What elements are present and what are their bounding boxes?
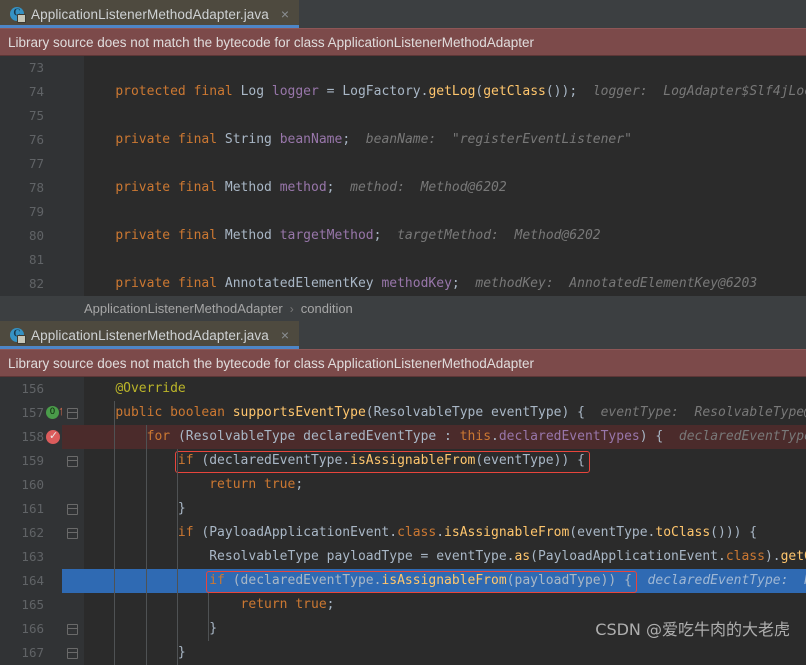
top-tab-strip: C ApplicationListenerMethodAdapter.java … [0, 0, 806, 28]
code-line[interactable]: for (ResolvableType declaredEventType : … [84, 425, 806, 449]
line-number: 75 [28, 108, 44, 123]
editor-tab-applicationlistenermethodadapter-bottom[interactable]: C ApplicationListenerMethodAdapter.java … [0, 321, 300, 349]
breadcrumb[interactable]: ApplicationListenerMethodAdapter › condi… [0, 296, 806, 321]
line-number: 160 [21, 477, 44, 492]
code-line[interactable]: if (declaredEventType.isAssignableFrom(e… [84, 449, 585, 473]
tab-label: ApplicationListenerMethodAdapter.java [31, 6, 269, 22]
inlay-hint: logger: LogAdapter$Slf4jLocationAwareLo [592, 84, 806, 99]
inlay-hint: eventType: ResolvableType@6136 [600, 405, 806, 420]
line-number: 82 [28, 276, 44, 291]
line-number: 165 [21, 597, 44, 612]
code-line[interactable]: } [84, 641, 186, 665]
close-icon[interactable]: × [279, 7, 291, 21]
line-number: 162 [21, 525, 44, 540]
line-number: 166 [21, 621, 44, 636]
bottom-gutter[interactable]: 156157O↑158✓1591601611621631641651661671… [0, 377, 65, 665]
line-number: 80 [28, 228, 44, 243]
chevron-right-icon: › [289, 301, 294, 316]
code-line[interactable]: ResolvableType payloadType = eventType.a… [84, 545, 806, 569]
bottom-fold-column[interactable] [62, 377, 84, 665]
breadcrumb-item-class[interactable]: ApplicationListenerMethodAdapter [84, 301, 283, 316]
code-line[interactable]: private final Method method; method: Met… [84, 176, 507, 200]
code-line[interactable]: public boolean supportsEventType(Resolva… [84, 401, 806, 425]
java-class-icon: C [10, 6, 26, 23]
code-line[interactable]: protected final Log logger = LogFactory.… [84, 80, 806, 104]
java-class-icon: C [10, 327, 26, 344]
code-line[interactable]: } [84, 497, 186, 521]
code-line[interactable]: private final String beanName; beanName:… [84, 128, 632, 152]
line-number: 79 [28, 204, 44, 219]
line-number: 167 [21, 645, 44, 660]
inlay-hint: declaredEventType: Resolvabl [678, 429, 806, 444]
breadcrumb-item-member[interactable]: condition [301, 301, 353, 316]
bottom-error-banner: Library source does not match the byteco… [0, 349, 806, 377]
line-number: 78 [28, 180, 44, 195]
tab-strip-empty-area [299, 0, 806, 28]
inlay-hint: beanName: "registerEventListener" [350, 132, 632, 147]
lock-icon [17, 13, 26, 23]
line-number: 73 [28, 60, 44, 75]
inlay-hint: method: Method@6202 [334, 180, 507, 195]
tab-active-underline [0, 346, 300, 349]
code-line[interactable]: private final Method targetMethod; targe… [84, 224, 601, 248]
line-number: 158 [21, 429, 44, 444]
inlay-hint: declaredEventType: ResolvableTyp [647, 573, 806, 588]
top-code-editor[interactable]: 73747576777879808182838485 protected fin… [0, 56, 806, 296]
tab-label: ApplicationListenerMethodAdapter.java [31, 327, 269, 343]
inlay-hint: targetMethod: Method@6202 [381, 228, 601, 243]
line-number: 163 [21, 549, 44, 564]
top-error-banner: Library source does not match the byteco… [0, 28, 806, 56]
banner-message: Library source does not match the byteco… [8, 34, 535, 50]
tab-active-underline [0, 25, 300, 28]
watermark: CSDN @爱吃牛肉的大老虎 [595, 620, 790, 639]
lock-icon [17, 334, 26, 344]
banner-message: Library source does not match the byteco… [8, 355, 535, 371]
bottom-tab-strip: C ApplicationListenerMethodAdapter.java … [0, 321, 806, 349]
override-marker-icon[interactable]: O↑ [46, 401, 65, 425]
breakpoint-icon[interactable]: ✓ [46, 426, 62, 450]
line-number: 81 [28, 252, 44, 267]
code-line[interactable]: private final AnnotatedElementKey method… [84, 272, 757, 296]
line-number: 159 [21, 453, 44, 468]
code-line[interactable]: if (PayloadApplicationEvent.class.isAssi… [84, 521, 757, 545]
top-gutter[interactable]: 73747576777879808182838485 [0, 56, 63, 296]
line-number: 77 [28, 156, 44, 171]
code-line[interactable]: } [84, 617, 217, 641]
line-number: 74 [28, 84, 44, 99]
top-fold-column[interactable] [62, 56, 84, 296]
line-number: 161 [21, 501, 44, 516]
code-line[interactable]: @Override [84, 377, 185, 401]
inlay-hint: methodKey: AnnotatedElementKey@6203 [459, 276, 758, 291]
ide-window: C ApplicationListenerMethodAdapter.java … [0, 0, 806, 665]
code-line[interactable]: if (declaredEventType.isAssignableFrom(p… [84, 569, 806, 593]
editor-tab-applicationlistenermethodadapter-top[interactable]: C ApplicationListenerMethodAdapter.java … [0, 0, 300, 28]
tab-strip-empty-area [299, 321, 806, 349]
code-line[interactable]: return true; [84, 473, 303, 497]
code-line[interactable]: return true; [84, 593, 335, 617]
line-number: 157 [21, 405, 44, 420]
line-number: 76 [28, 132, 44, 147]
close-icon[interactable]: × [279, 328, 291, 342]
line-number: 156 [21, 381, 44, 396]
line-number: 164 [21, 573, 44, 588]
